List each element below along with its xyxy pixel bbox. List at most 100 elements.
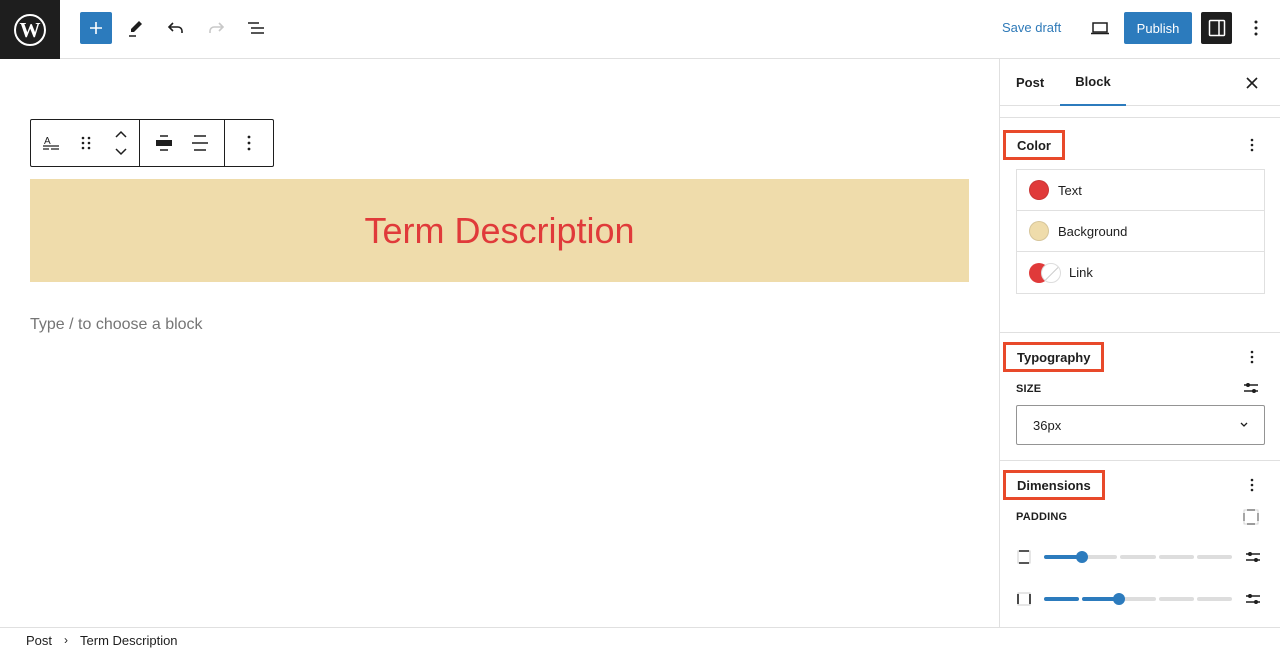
block-toolbar-group-1: A xyxy=(31,120,140,166)
chevron-down-icon xyxy=(1240,422,1248,427)
padding-vertical-custom-toggle[interactable] xyxy=(1244,548,1262,566)
link-color-swatch xyxy=(1029,262,1061,283)
font-size-value: 36px xyxy=(1033,417,1062,433)
padding-label: PADDING xyxy=(1016,511,1068,523)
add-block-button[interactable] xyxy=(80,12,112,44)
slider-step xyxy=(1120,597,1156,601)
block-toolbar-group-3 xyxy=(225,120,273,166)
dimensions-panel-title[interactable]: Dimensions xyxy=(1003,470,1105,500)
sidebar-toggle-icon xyxy=(1208,19,1225,37)
dimensions-panel-options-button[interactable] xyxy=(1244,473,1260,497)
block-options-button[interactable] xyxy=(231,120,267,166)
typography-panel-title[interactable]: Typography xyxy=(1003,342,1105,372)
more-vertical-icon xyxy=(1254,20,1258,36)
plus-icon xyxy=(90,22,102,34)
list-view-icon xyxy=(248,22,264,34)
sidebar-divider xyxy=(1000,106,1280,118)
color-item-link[interactable]: Link xyxy=(1017,252,1264,293)
tab-post[interactable]: Post xyxy=(1016,59,1044,106)
color-item-label: Link xyxy=(1069,265,1093,280)
publish-button[interactable]: Publish xyxy=(1124,12,1192,44)
undo-button[interactable] xyxy=(160,12,192,44)
slider-thumb[interactable] xyxy=(1113,593,1126,605)
align-center-icon xyxy=(192,135,208,151)
color-panel-title[interactable]: Color xyxy=(1003,130,1065,160)
box-sides-icon xyxy=(1243,509,1259,525)
typography-panel-options-button[interactable] xyxy=(1244,345,1260,369)
slider-step xyxy=(1196,597,1232,601)
font-size-select[interactable]: 36px xyxy=(1016,405,1265,445)
slider-step xyxy=(1196,555,1232,559)
unlink-sides-button[interactable] xyxy=(1242,508,1260,526)
color-panel-options-button[interactable] xyxy=(1244,133,1260,157)
padding-vertical-control xyxy=(1016,547,1266,567)
settings-sliders-icon xyxy=(1244,383,1258,393)
panel-divider xyxy=(1000,460,1280,461)
options-menu-button[interactable] xyxy=(1240,12,1272,44)
wordpress-icon: W xyxy=(14,13,46,46)
drag-handle-icon xyxy=(81,136,91,150)
settings-sidebar: Post Block Color Text Background Link Ty… xyxy=(999,59,1280,627)
block-type-button[interactable]: A xyxy=(33,120,68,166)
term-description-text: Term Description xyxy=(364,209,635,251)
pencil-icon xyxy=(129,21,142,37)
more-vertical-icon xyxy=(1250,138,1254,152)
svg-text:A: A xyxy=(44,136,51,147)
color-item-label: Text xyxy=(1058,182,1082,198)
slider-step xyxy=(1158,597,1194,601)
settings-sliders-icon xyxy=(1246,594,1260,604)
color-item-text[interactable]: Text xyxy=(1017,170,1264,211)
sidebar-tabs: Post Block xyxy=(1000,59,1280,106)
wordpress-logo[interactable]: W xyxy=(0,0,60,59)
desktop-preview-icon xyxy=(1091,22,1109,35)
save-draft-button[interactable]: Save draft xyxy=(1002,20,1061,35)
horizontal-sides-icon xyxy=(1017,592,1031,606)
close-icon xyxy=(1246,77,1258,89)
text-style-icon: A xyxy=(42,136,59,150)
more-vertical-icon xyxy=(1250,478,1254,492)
settings-sliders-icon xyxy=(1246,552,1260,562)
padding-horizontal-custom-toggle[interactable] xyxy=(1244,590,1262,608)
block-toolbar: A xyxy=(30,119,274,167)
breadcrumb-item-post[interactable]: Post xyxy=(26,633,52,648)
text-color-swatch xyxy=(1029,180,1049,200)
align-button[interactable] xyxy=(182,120,218,166)
list-view-button[interactable] xyxy=(240,12,272,44)
block-toolbar-group-2 xyxy=(140,120,225,166)
padding-horizontal-slider[interactable] xyxy=(1044,593,1232,605)
custom-size-toggle[interactable] xyxy=(1242,379,1260,397)
drag-handle-button[interactable] xyxy=(68,120,103,166)
redo-icon xyxy=(209,22,225,33)
slider-step xyxy=(1044,597,1080,601)
preview-button[interactable] xyxy=(1084,12,1116,44)
tab-block[interactable]: Block xyxy=(1060,59,1126,106)
padding-vertical-slider[interactable] xyxy=(1044,551,1232,563)
move-up-down-icon xyxy=(115,130,127,156)
editor-header: W Save draft Publish xyxy=(0,0,1280,59)
settings-toggle-button[interactable] xyxy=(1201,12,1232,44)
editor-canvas: A Term Description Type / to choose a bl… xyxy=(0,59,999,627)
redo-button[interactable] xyxy=(200,12,232,44)
color-settings-list: Text Background Link xyxy=(1016,169,1265,294)
close-sidebar-button[interactable] xyxy=(1240,71,1264,95)
more-options-icon xyxy=(247,135,251,151)
slider-step xyxy=(1158,555,1194,559)
undo-icon xyxy=(167,22,183,33)
padding-horizontal-control xyxy=(1016,589,1266,609)
term-description-block[interactable]: Term Description xyxy=(30,179,969,282)
slider-thumb[interactable] xyxy=(1075,551,1088,563)
slider-step xyxy=(1082,597,1118,601)
tools-button[interactable] xyxy=(120,12,152,44)
color-item-label: Background xyxy=(1058,223,1128,239)
more-vertical-icon xyxy=(1250,350,1254,364)
svg-text:W: W xyxy=(20,18,41,42)
slider-step xyxy=(1120,555,1156,559)
size-label: SIZE xyxy=(1016,383,1042,395)
breadcrumb-item-block[interactable]: Term Description xyxy=(80,633,178,648)
block-appender-placeholder[interactable]: Type / to choose a block xyxy=(30,316,203,334)
breadcrumb: Post › Term Description xyxy=(0,627,1280,652)
move-up-down-button[interactable] xyxy=(104,120,139,166)
justify-button[interactable] xyxy=(146,120,182,166)
panel-divider xyxy=(1000,332,1280,333)
color-item-background[interactable]: Background xyxy=(1017,211,1264,252)
